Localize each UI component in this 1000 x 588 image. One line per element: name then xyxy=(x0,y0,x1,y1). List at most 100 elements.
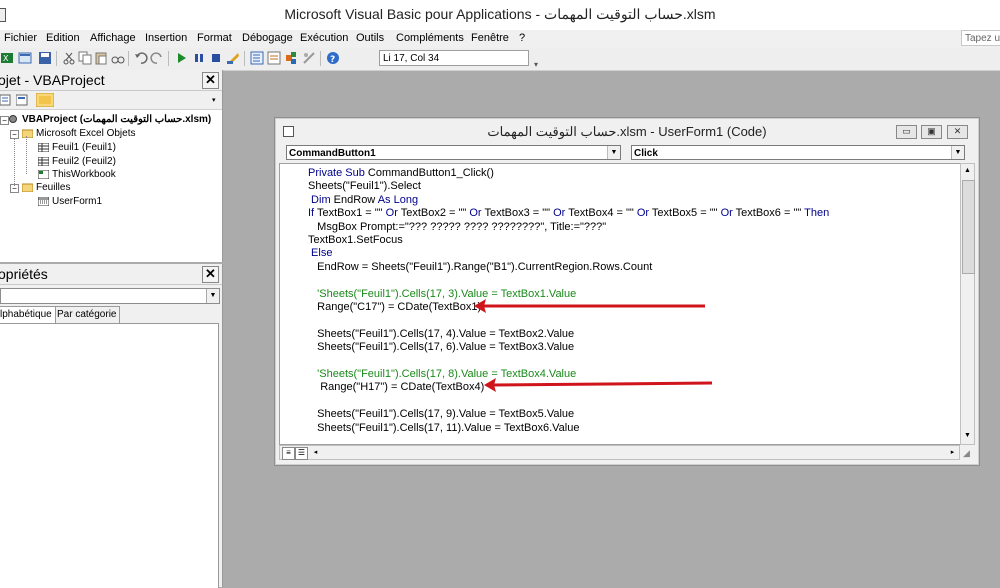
code-line[interactable]: TextBox1.SetFocus xyxy=(308,234,403,246)
scroll-left-icon[interactable]: ◂ xyxy=(310,447,321,458)
code-line[interactable]: EndRow = Sheets("Feuil1").Range("B1").Cu… xyxy=(308,261,652,273)
cut-icon[interactable] xyxy=(62,51,76,65)
design-mode-icon[interactable] xyxy=(226,51,240,65)
code-text: Range("H17") = CDate(TextBox4) xyxy=(308,381,485,394)
tab-par-categorie[interactable]: Par catégorie xyxy=(53,306,121,323)
code-text: TextBox6 = "" xyxy=(735,207,805,220)
menu-insertion[interactable]: Insertion xyxy=(145,32,187,44)
menu-format[interactable]: Format xyxy=(197,32,232,44)
panel-toolbar-overflow-icon[interactable]: ▾ xyxy=(212,96,216,104)
project-explorer-icon[interactable] xyxy=(250,51,264,65)
run-icon[interactable] xyxy=(174,51,188,65)
code-text: Range("C17") = CDate(TextBox1) xyxy=(308,301,482,313)
code-line[interactable]: Range("C17") = CDate(TextBox1) xyxy=(308,301,481,313)
menu-fichier[interactable]: Fichier xyxy=(4,32,37,44)
close-icon[interactable]: ✕ xyxy=(202,72,219,89)
tree-item-userform1[interactable]: UserForm1 xyxy=(38,196,102,207)
code-text: Sheets("Feuil1").Cells(17, 11).Value = T… xyxy=(308,421,580,434)
code-text: TextBox5 = "" xyxy=(651,207,721,220)
tree-root-label: VBAProject (حساب التوقيت المهمات.xlsm) xyxy=(22,114,212,125)
tab-alphabetique[interactable]: lphabétique xyxy=(0,306,56,323)
code-line[interactable]: Else xyxy=(308,247,332,259)
code-line[interactable]: Range("H17") = CDate(TextBox4) xyxy=(308,381,484,393)
title-bar: Microsoft Visual Basic pour Applications… xyxy=(0,0,1000,31)
properties-window-icon[interactable] xyxy=(267,51,281,65)
scroll-up-icon[interactable]: ▲ xyxy=(962,165,973,176)
tree-line xyxy=(14,138,16,186)
undo-icon[interactable] xyxy=(134,51,148,65)
tree-folder-feuilles[interactable]: Feuilles xyxy=(22,182,70,193)
save-icon[interactable] xyxy=(38,51,52,65)
procedure-select[interactable]: Click ▼ xyxy=(631,145,965,160)
code-keyword: Or xyxy=(469,207,485,220)
excel-view-icon[interactable]: X xyxy=(0,51,14,65)
props-object-select[interactable]: ▼ xyxy=(0,288,220,304)
code-line[interactable]: Sheets("Feuil1").Cells(17, 11).Value = T… xyxy=(308,422,579,434)
chevron-down-icon[interactable]: ▼ xyxy=(206,289,219,303)
pause-icon[interactable] xyxy=(192,51,206,65)
view-code-icon[interactable] xyxy=(0,94,12,106)
code-text: TextBox4 = "" xyxy=(568,207,637,220)
menu-complements[interactable]: Compléments xyxy=(396,32,464,44)
help-icon[interactable]: ? xyxy=(326,51,340,65)
code-window-title: حساب التوقيت المهمات.xlsm - UserForm1 (C… xyxy=(487,124,767,139)
menu-outils[interactable]: Outils xyxy=(356,32,384,44)
menu-edition[interactable]: Edition xyxy=(46,32,80,44)
code-line[interactable]: If TextBox1 = "" Or TextBox2 = "" Or Tex… xyxy=(308,207,829,219)
menu-execution[interactable]: Exécution xyxy=(300,32,348,44)
code-line[interactable]: MsgBox Prompt:="??? ????? ???? ????????"… xyxy=(308,221,606,233)
tree-folder-excel-objects[interactable]: Microsoft Excel Objets xyxy=(22,128,135,139)
toolbox-icon[interactable] xyxy=(302,51,316,65)
redo-icon[interactable] xyxy=(150,51,164,65)
chevron-down-icon[interactable]: ▼ xyxy=(607,146,620,159)
paste-icon[interactable] xyxy=(94,51,108,65)
toolbar-overflow-icon[interactable]: ▾ xyxy=(534,60,538,69)
toolbar-separator xyxy=(128,51,129,66)
full-module-view-icon[interactable]: ☰ xyxy=(295,447,308,460)
maximize-button[interactable]: ▣ xyxy=(921,125,942,139)
code-text: Sheets("Feuil1").Cells(17, 6).Value = Te… xyxy=(308,341,575,354)
tree-item-feuil2[interactable]: Feuil2 (Feuil2) xyxy=(38,156,116,167)
procedure-view-icon[interactable]: ≡ xyxy=(282,447,295,460)
tree-root-vbaproject[interactable]: VBAProject (حساب التوقيت المهمات.xlsm) xyxy=(8,114,211,125)
code-line[interactable]: Dim EndRow As Long xyxy=(308,194,418,206)
menu-debogage[interactable]: Débogage xyxy=(242,32,293,44)
chevron-down-icon[interactable]: ▼ xyxy=(951,146,964,159)
toggle-folders-icon[interactable] xyxy=(36,93,54,107)
menu-affichage[interactable]: Affichage xyxy=(90,32,136,44)
menu-fenetre[interactable]: Fenêtre xyxy=(471,32,509,44)
worksheet-icon xyxy=(38,156,49,166)
minimize-button[interactable]: ▭ xyxy=(896,125,917,139)
object-browser-icon[interactable] xyxy=(284,51,298,65)
scrollbar-thumb[interactable] xyxy=(962,180,975,274)
stop-icon[interactable] xyxy=(209,51,223,65)
code-keyword: Private Sub xyxy=(308,167,368,179)
code-line[interactable]: Sheets("Feuil1").Cells(17, 9).Value = Te… xyxy=(308,408,574,420)
code-text: EndRow = Sheets("Feuil1").Range("B1").Cu… xyxy=(308,260,653,273)
find-icon[interactable] xyxy=(111,51,125,65)
resize-grip-icon[interactable]: ◢ xyxy=(963,448,970,459)
properties-grid[interactable] xyxy=(0,323,219,588)
code-line[interactable]: Sheets("Feuil1").Cells(17, 4).Value = Te… xyxy=(308,328,574,340)
view-object-icon[interactable] xyxy=(16,94,28,106)
code-line[interactable]: Private Sub CommandButton1_Click() xyxy=(308,167,494,179)
userform-icon xyxy=(38,196,49,206)
close-icon[interactable]: ✕ xyxy=(202,266,219,283)
tree-item-thisworkbook[interactable]: ThisWorkbook xyxy=(38,169,116,180)
insert-userform-icon[interactable] xyxy=(18,51,32,65)
cursor-position-indicator: Li 17, Col 34 xyxy=(379,50,529,66)
horizontal-scrollbar[interactable]: ≡ ☰ ◂ ▸ xyxy=(279,445,960,460)
menu-help[interactable]: ? xyxy=(519,32,525,44)
vertical-scrollbar[interactable]: ▲ ▼ xyxy=(960,163,975,445)
tree-folder-excel-label: Microsoft Excel Objets xyxy=(36,128,136,139)
code-line[interactable]: Sheets("Feuil1").Cells(17, 6).Value = Te… xyxy=(308,341,574,353)
code-line[interactable]: Sheets("Feuil1").Select xyxy=(308,180,421,192)
scroll-down-icon[interactable]: ▼ xyxy=(962,430,973,441)
object-select-value: CommandButton1 xyxy=(289,148,376,159)
tree-item-feuil1[interactable]: Feuil1 (Feuil1) xyxy=(38,142,116,153)
help-search-input[interactable]: Tapez ur xyxy=(961,30,1000,46)
scroll-right-icon[interactable]: ▸ xyxy=(947,447,958,458)
object-select[interactable]: CommandButton1 ▼ xyxy=(286,145,621,160)
copy-icon[interactable] xyxy=(78,51,92,65)
close-window-button[interactable]: ✕ xyxy=(947,125,968,139)
